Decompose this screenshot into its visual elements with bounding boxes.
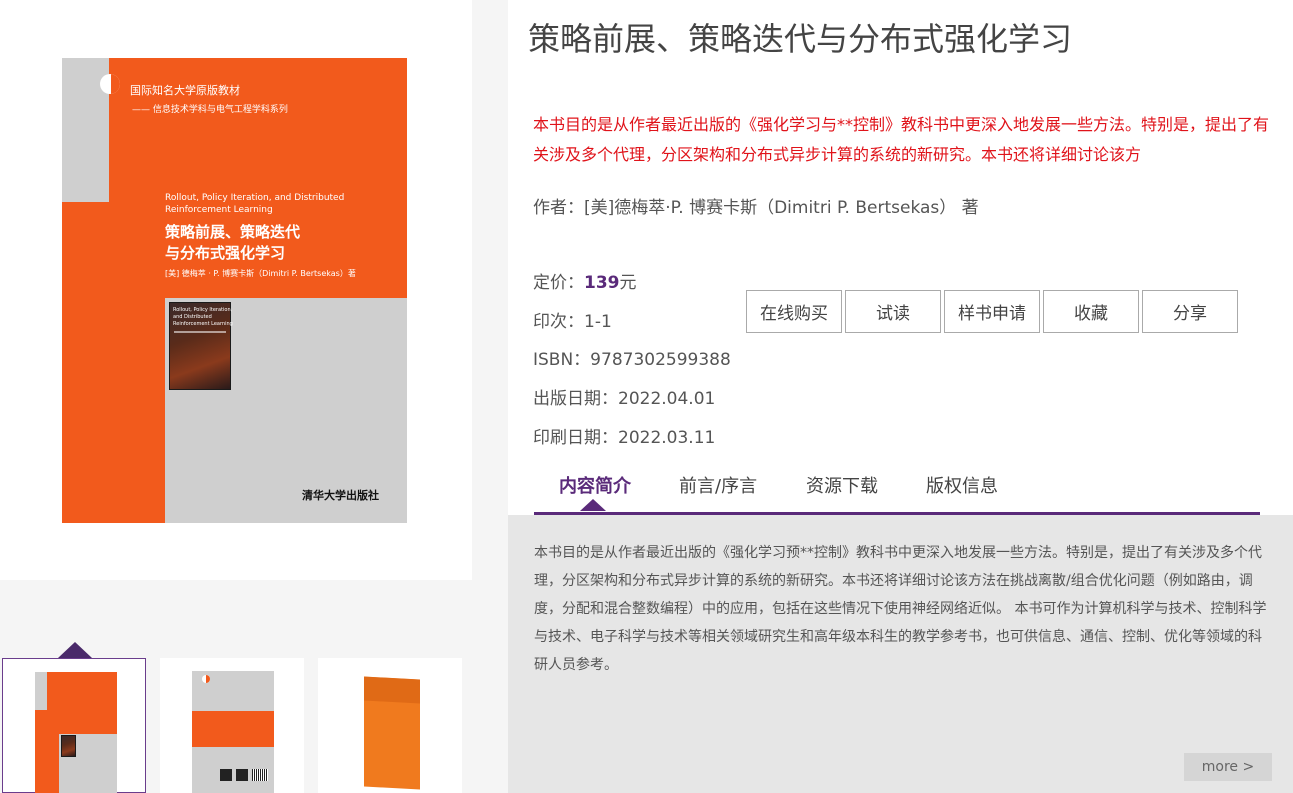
cover-title-cn-1: 策略前展、策略迭代 [165,223,301,241]
publisher-logo-icon [100,74,120,94]
tab-resources[interactable]: 资源下载 [806,472,878,498]
thumbnail-front-cover[interactable] [2,658,146,793]
tab-copyright[interactable]: 版权信息 [926,472,998,498]
cover-author: [美] 德梅萃 · P. 博赛卡斯（Dimitri P. Bertsekas）著 [165,269,356,278]
edition-line: 印次：1-1 [533,312,612,332]
price-value: 139 [584,273,620,293]
publish-date-line: 出版日期：2022.04.01 [533,389,716,409]
trial-read-button[interactable]: 试读 [845,290,941,333]
book-info-panel: 策略前展、策略迭代与分布式强化学习 本书目的是从作者最近出版的《强化学习与**控… [508,0,1293,515]
page-title: 策略前展、策略迭代与分布式强化学习 [528,20,1073,58]
main-cover-area: 国际知名大学原版教材 —— 信息技术学科与电气工程学科系列 Rollout, P… [0,0,472,580]
active-tab-indicator-icon [580,499,606,511]
cover-title-en-2: Reinforcement Learning [165,205,273,215]
summary-highlight: 本书目的是从作者最近出版的《强化学习与**控制》教科书中更深入地发展一些方法。特… [533,115,1270,164]
main-cover-image[interactable]: 国际知名大学原版教材 —— 信息技术学科与电气工程学科系列 Rollout, P… [62,58,407,523]
isbn-line: ISBN：9787302599388 [533,350,731,370]
author-info: 作者：[美]德梅萃·P. 博赛卡斯（Dimitri P. Bertsekas） … [533,198,979,218]
active-thumb-indicator-icon [58,642,92,658]
tab-preface[interactable]: 前言/序言 [679,472,757,498]
intro-text: 本书目的是从作者最近出版的《强化学习预**控制》教科书中更深入地发展一些方法。特… [534,545,1267,673]
thumbnail-strip [0,580,472,793]
favorite-button[interactable]: 收藏 [1043,290,1139,333]
thumbnail-angled-cover[interactable] [318,658,462,793]
share-button[interactable]: 分享 [1142,290,1238,333]
more-button[interactable]: more > [1184,753,1272,781]
cover-publisher: 清华大学出版社 [302,489,379,502]
tab-content-panel: 本书目的是从作者最近出版的《强化学习预**控制》教科书中更深入地发展一些方法。特… [508,515,1293,793]
tab-intro[interactable]: 内容简介 [559,472,631,498]
cover-title-en-1: Rollout, Policy Iteration, and Distribut… [165,193,345,203]
price-line: 定价：139元 [533,273,637,293]
thumbnail-back-cover[interactable] [160,658,304,793]
action-buttons: 在线购买 试读 样书申请 收藏 分享 [746,290,1241,333]
buy-online-button[interactable]: 在线购买 [746,290,842,333]
cover-title-cn-2: 与分布式强化学习 [165,244,286,262]
print-date-line: 印刷日期：2022.03.11 [533,428,716,448]
tab-bar: 内容简介 前言/序言 资源下载 版权信息 [534,470,1260,515]
cover-series: 国际知名大学原版教材 [130,84,240,97]
cover-series-sub: —— 信息技术学科与电气工程学科系列 [132,105,288,115]
page: 国际知名大学原版教材 —— 信息技术学科与电气工程学科系列 Rollout, P… [0,0,1293,793]
cover-inset-image: Rollout, Policy Iteration, and Distribut… [169,302,233,390]
sample-request-button[interactable]: 样书申请 [944,290,1040,333]
